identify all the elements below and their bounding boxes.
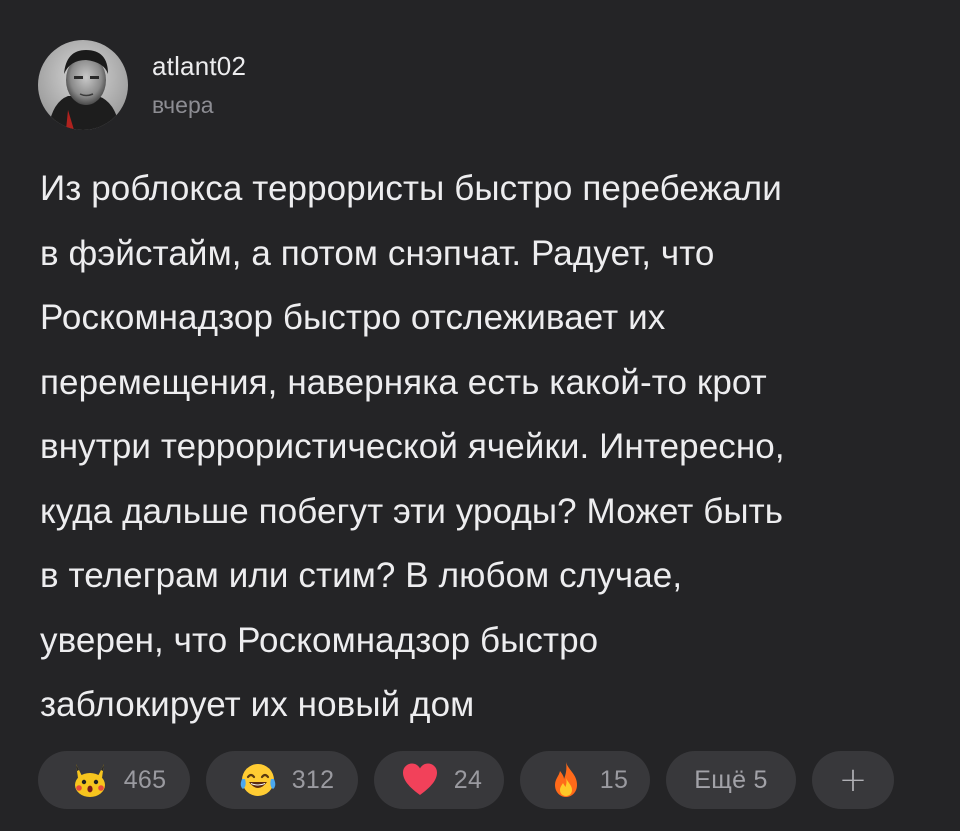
comment-text-line: Роскомнадзор быстро отслеживает их — [40, 298, 666, 337]
comment-text-line: куда дальше побегут эти уроды? Может быт… — [40, 491, 784, 531]
reaction-fire-button[interactable]: 15 — [520, 751, 650, 809]
reaction-laugh-button[interactable]: 312 — [206, 751, 358, 809]
reaction-heart-button[interactable]: 24 — [374, 751, 504, 809]
add-reaction-button[interactable]: + — [812, 751, 894, 809]
reaction-count: 15 — [599, 765, 629, 794]
comment-text-line: в телеграм или стим? В любом случае, — [40, 556, 683, 595]
comment-body: Из роблокса террористы быстро перебежали… — [40, 157, 940, 738]
comment-text-line: перемещения, наверняка есть какой-то кро… — [40, 362, 767, 402]
heart-icon — [400, 760, 440, 800]
author-meta: atlant02 вчера — [152, 50, 246, 120]
reaction-count: 465 — [123, 765, 167, 794]
reaction-count: 312 — [291, 765, 335, 794]
tears-of-joy-icon — [238, 760, 278, 800]
post-timestamp: вчера — [152, 92, 214, 118]
more-reactions-button[interactable]: Ещё 5 — [666, 751, 796, 809]
more-reactions-label: Ещё 5 — [694, 765, 768, 794]
comment-text-line: внутри террористической ячейки. Интересн… — [40, 427, 785, 466]
comment-text-line: заблокирует их новый дом — [40, 685, 475, 724]
comment-text-line: в фэйстайм, а потом снэпчат. Радует, что — [40, 233, 715, 273]
fire-icon — [546, 760, 586, 800]
comment-post: atlant02 вчера Из роблокса террористы бы… — [0, 0, 960, 831]
reaction-count: 24 — [453, 765, 483, 794]
avatar-photo-icon — [38, 40, 128, 130]
comment-header: atlant02 вчера — [38, 40, 246, 130]
comment-text-line: Из роблокса террористы быстро перебежали — [40, 169, 782, 208]
reaction-pikachu-button[interactable]: 465 — [38, 751, 190, 809]
comment-text-line: уверен, что Роскомнадзор быстро — [40, 620, 599, 660]
plus-icon: + — [838, 760, 868, 800]
reactions-bar: 465 312 24 15 Ещё 5 + — [38, 750, 894, 810]
author-username[interactable]: atlant02 — [152, 50, 246, 82]
avatar[interactable] — [38, 40, 128, 130]
pikachu-surprised-icon — [70, 760, 110, 800]
